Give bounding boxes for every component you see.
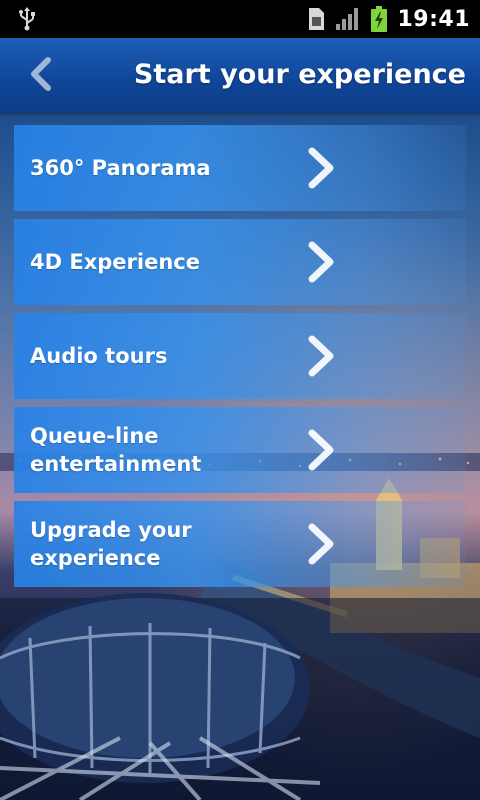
back-button[interactable] <box>16 50 64 98</box>
menu-item-label: Audio tours <box>30 344 168 368</box>
chevron-right-icon <box>308 523 334 565</box>
menu-item-label: 360° Panorama <box>30 156 211 180</box>
menu-item-audio-tours[interactable]: Audio tours <box>14 313 466 399</box>
signal-icon <box>336 8 359 30</box>
sim-card-icon <box>309 8 325 30</box>
menu-item-upgrade-experience[interactable]: Upgrade your experience <box>14 501 466 587</box>
status-bar: 19:41 <box>0 0 480 38</box>
chevron-right-icon <box>308 241 334 283</box>
app-screen: 19:41 Start your experience 360° Panoram… <box>0 0 480 800</box>
chevron-right-icon <box>308 429 334 471</box>
menu-item-4d-experience[interactable]: 4D Experience <box>14 219 466 305</box>
menu-item-label: Queue-line entertainment <box>30 424 202 476</box>
chevron-right-icon <box>308 335 334 377</box>
battery-charging-icon <box>371 6 388 32</box>
usb-icon <box>19 7 35 31</box>
experience-menu: 360° Panorama 4D Experience Audio tours … <box>14 125 466 595</box>
status-time: 19:41 <box>397 6 470 32</box>
menu-item-queue-line-entertainment[interactable]: Queue-line entertainment <box>14 407 466 493</box>
menu-item-360-panorama[interactable]: 360° Panorama <box>14 125 466 211</box>
menu-item-label: Upgrade your experience <box>30 518 192 570</box>
app-header: Start your experience <box>0 38 480 112</box>
back-chevron-icon <box>31 57 51 91</box>
chevron-right-icon <box>308 147 334 189</box>
page-title: Start your experience <box>133 59 466 90</box>
menu-item-label: 4D Experience <box>30 250 200 274</box>
